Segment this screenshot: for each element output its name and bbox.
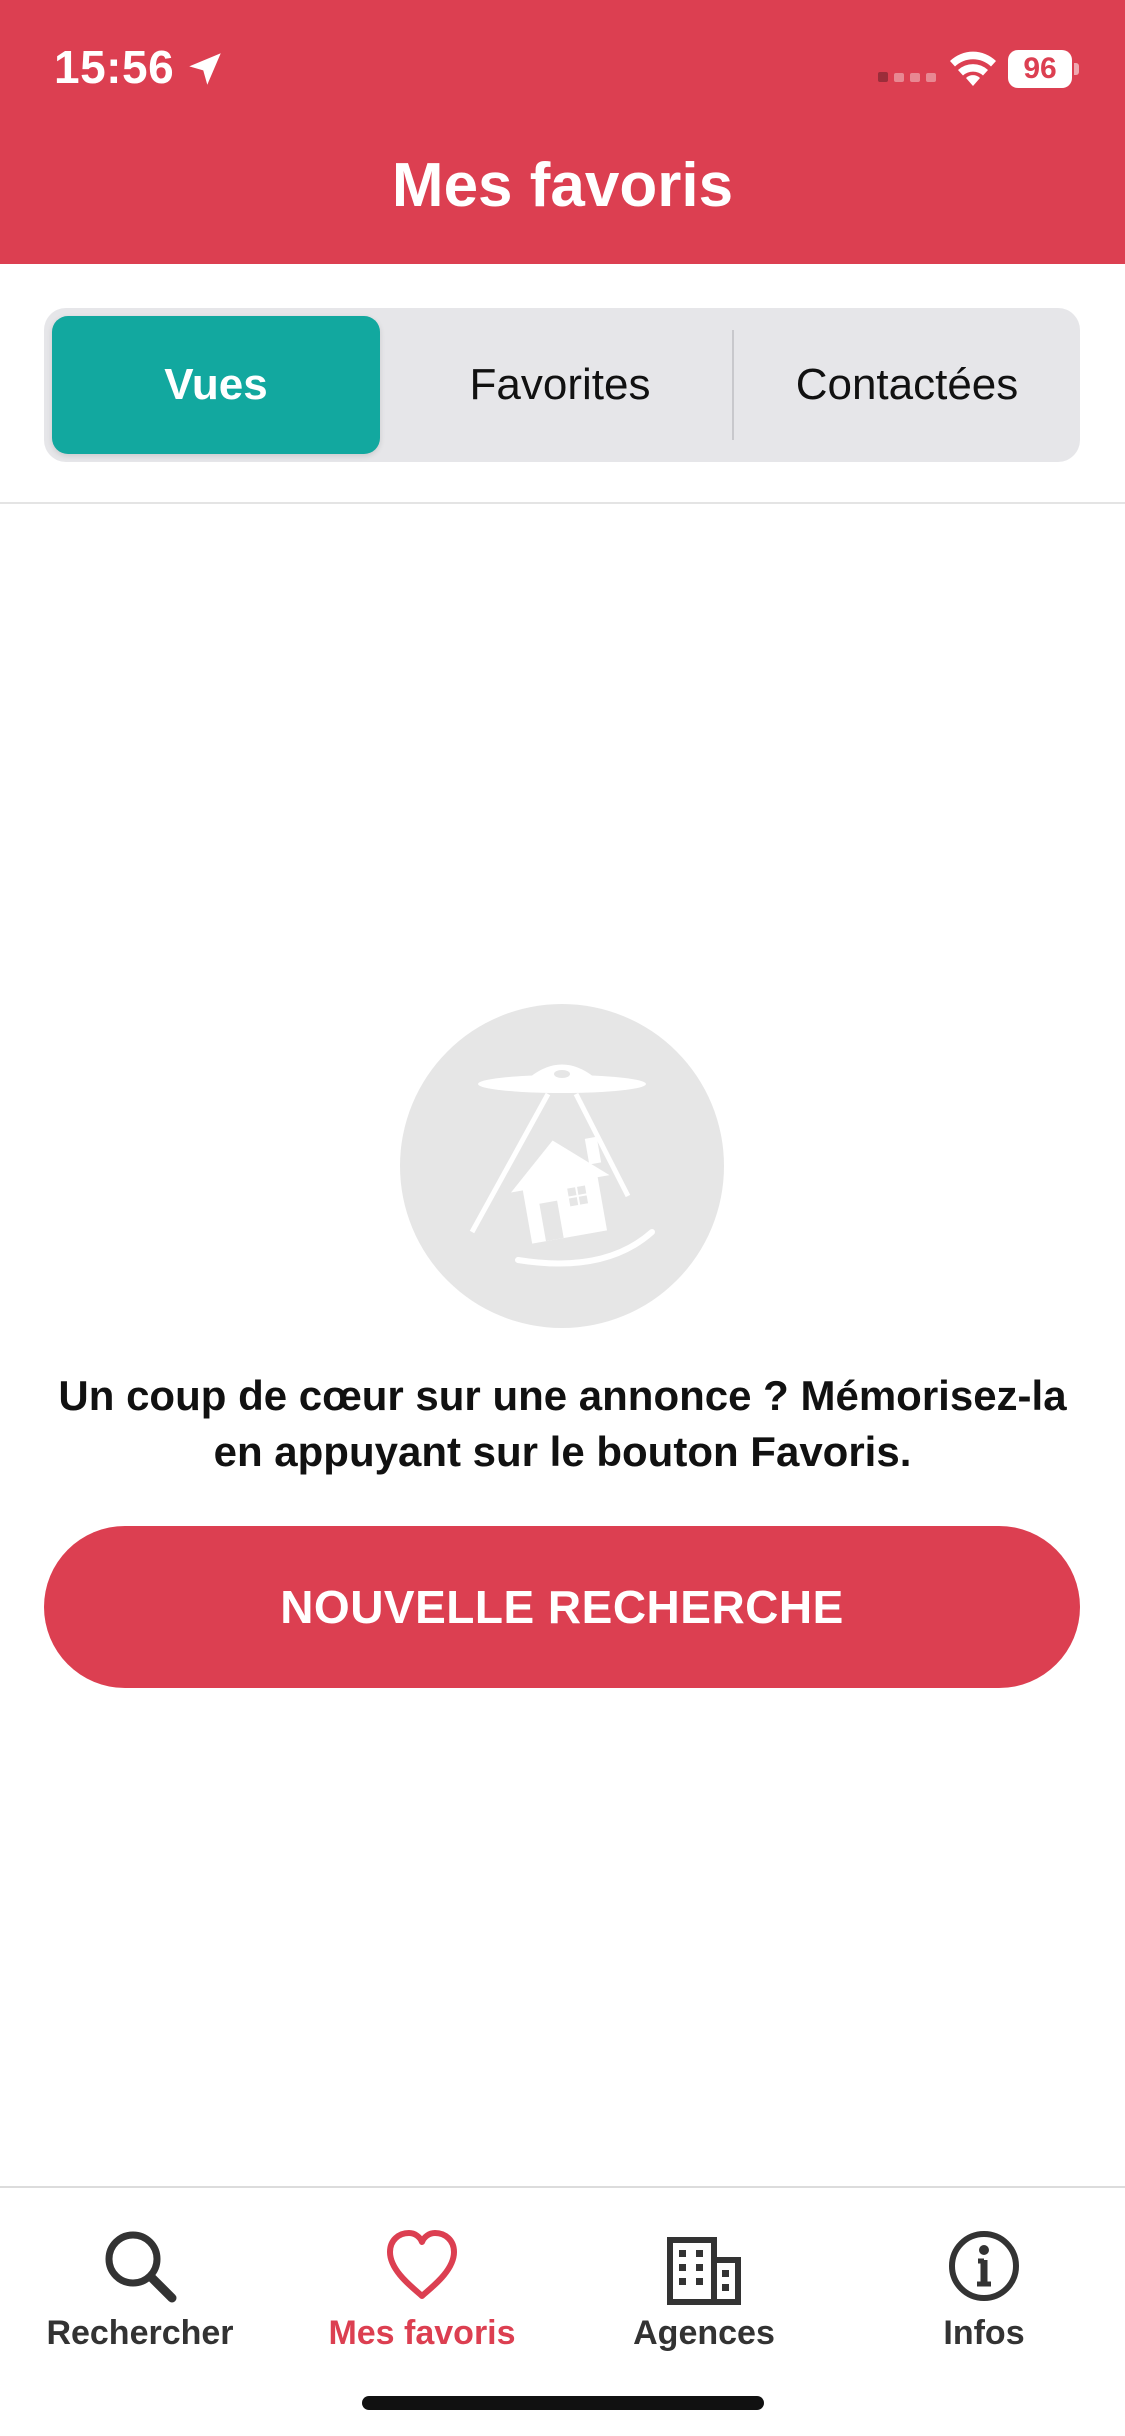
tab-contactees[interactable]: Contactées	[734, 308, 1080, 462]
segmented-control: Vues Favorites Contactées	[44, 308, 1080, 462]
wifi-icon	[950, 51, 996, 86]
tab-bar-item-infos[interactable]: Infos	[844, 2208, 1124, 2358]
status-time: 15:56	[54, 41, 175, 93]
new-search-button[interactable]: NOUVELLE RECHERCHE	[44, 1526, 1080, 1688]
tab-bar-label: Rechercher	[46, 2314, 234, 2352]
info-icon	[949, 2231, 1019, 2301]
empty-state-message: Un coup de cœur sur une annonce ? Mémori…	[58, 1372, 1067, 1475]
page-title: Mes favoris	[391, 151, 734, 220]
heart-icon	[387, 2230, 457, 2299]
tab-bar-item-agences[interactable]: Agences	[564, 2208, 844, 2358]
battery-level: 96	[1023, 52, 1057, 85]
tab-favorites[interactable]: Favorites	[390, 308, 730, 462]
tab-bar-item-rechercher[interactable]: Rechercher	[0, 2208, 280, 2358]
battery-icon: 96	[1008, 50, 1080, 88]
tab-bar-item-mes-favoris[interactable]: Mes favoris	[282, 2208, 562, 2358]
building-icon	[667, 2237, 741, 2305]
home-indicator	[362, 2396, 764, 2410]
tab-bar-label: Agences	[633, 2314, 775, 2352]
tab-bar-label: Mes favoris	[328, 2314, 516, 2352]
location-arrow-icon	[189, 53, 221, 85]
divider	[0, 502, 1125, 504]
header: 15:56 96 Mes favoris	[0, 0, 1125, 264]
tab-bar-label: Infos	[943, 2314, 1025, 2352]
ufo-house-icon	[400, 1004, 724, 1328]
search-icon	[105, 2231, 177, 2303]
app-screen: 15:56 96 Mes favoris Vues Favorites Cont…	[0, 0, 1125, 2436]
tab-vues[interactable]: Vues	[52, 316, 380, 454]
status-bar: 15:56 96	[0, 0, 1125, 140]
signal-icon	[878, 72, 936, 82]
